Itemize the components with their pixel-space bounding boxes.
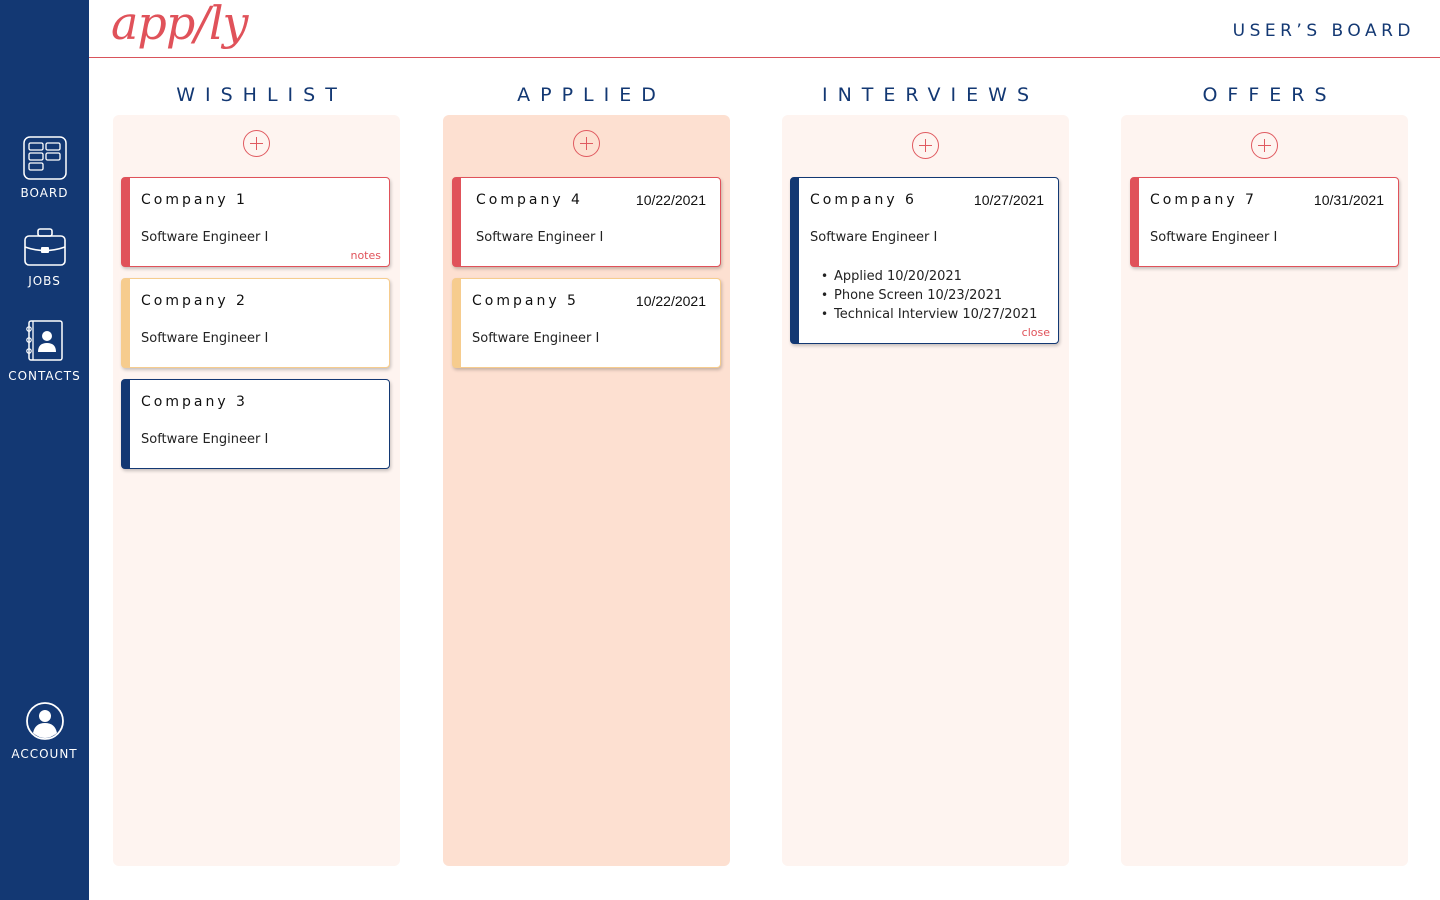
nav-label-board: BOARD [20,186,69,200]
card-company: Company 6 [810,192,917,208]
card-date: 10/22/2021 [635,293,706,309]
card-date: 10/31/2021 [1313,192,1384,208]
card-date: 10/22/2021 [635,192,706,208]
app-logo[interactable]: app/ly [111,0,249,50]
contact-book-icon [25,320,63,361]
page-title: USER’S BOARD [1232,21,1415,41]
card-company: Company 3 [141,394,248,410]
column-title-applied: APPLIED [517,84,666,106]
job-card-5[interactable]: Company 5 10/22/2021 Software Engineer I [452,278,721,368]
add-card-button-applied[interactable] [573,130,600,157]
card-company: Company 4 [476,192,583,208]
header: app/ly USER’S BOARD [89,0,1440,58]
job-card-3[interactable]: Company 3 Software Engineer I [121,379,390,469]
card-role: Software Engineer I [141,432,269,447]
briefcase-icon [23,228,66,266]
job-card-6-expanded[interactable]: Company 6 10/27/2021 Software Engineer I… [790,177,1059,344]
nav-item-jobs[interactable]: JOBS [0,226,89,288]
add-card-button-interviews[interactable] [912,132,939,159]
nav-label-account: ACCOUNT [11,747,78,761]
close-link[interactable]: close [1022,326,1050,339]
card-company: Company 7 [1150,192,1257,208]
column-title-offers: OFFERS [1202,84,1337,106]
timeline-item: Applied 10/20/2021 [821,267,1037,286]
user-avatar-icon [25,702,64,740]
card-role: Software Engineer I [141,230,269,245]
card-role: Software Engineer I [141,331,269,346]
card-date: 10/27/2021 [973,192,1044,208]
card-role: Software Engineer I [1150,230,1278,245]
card-company: Company 5 [472,293,579,309]
job-card-4[interactable]: Company 4 10/22/2021 Software Engineer I [452,177,721,267]
nav-item-contacts[interactable]: CONTACTS [0,319,89,383]
card-role: Software Engineer I [472,331,600,346]
job-card-1[interactable]: Company 1 Software Engineer I notes [121,177,390,267]
card-company: Company 1 [141,192,248,208]
sidebar: BOARD JOBS CONTACTS ACCOUNT [0,0,89,900]
board-icon [22,136,67,180]
nav-label-jobs: JOBS [28,274,61,288]
column-title-wishlist: WISHLIST [176,84,347,106]
add-card-button-wishlist[interactable] [243,130,270,157]
notes-link[interactable]: notes [350,249,381,262]
timeline-item: Phone Screen 10/23/2021 [821,286,1037,305]
nav-item-board[interactable]: BOARD [0,136,89,200]
job-card-7[interactable]: Company 7 10/31/2021 Software Engineer I [1130,177,1399,267]
card-company: Company 2 [141,293,248,309]
nav-item-account[interactable]: ACCOUNT [0,701,89,761]
card-role: Software Engineer I [476,230,604,245]
card-role: Software Engineer I [810,230,938,245]
timeline-item: Technical Interview 10/27/2021 [821,305,1037,324]
column-title-interviews: INTERVIEWS [821,84,1040,106]
interview-timeline: Applied 10/20/2021 Phone Screen 10/23/20… [821,267,1037,324]
add-card-button-offers[interactable] [1251,132,1278,159]
nav-label-contacts: CONTACTS [8,369,81,383]
job-card-2[interactable]: Company 2 Software Engineer I [121,278,390,368]
